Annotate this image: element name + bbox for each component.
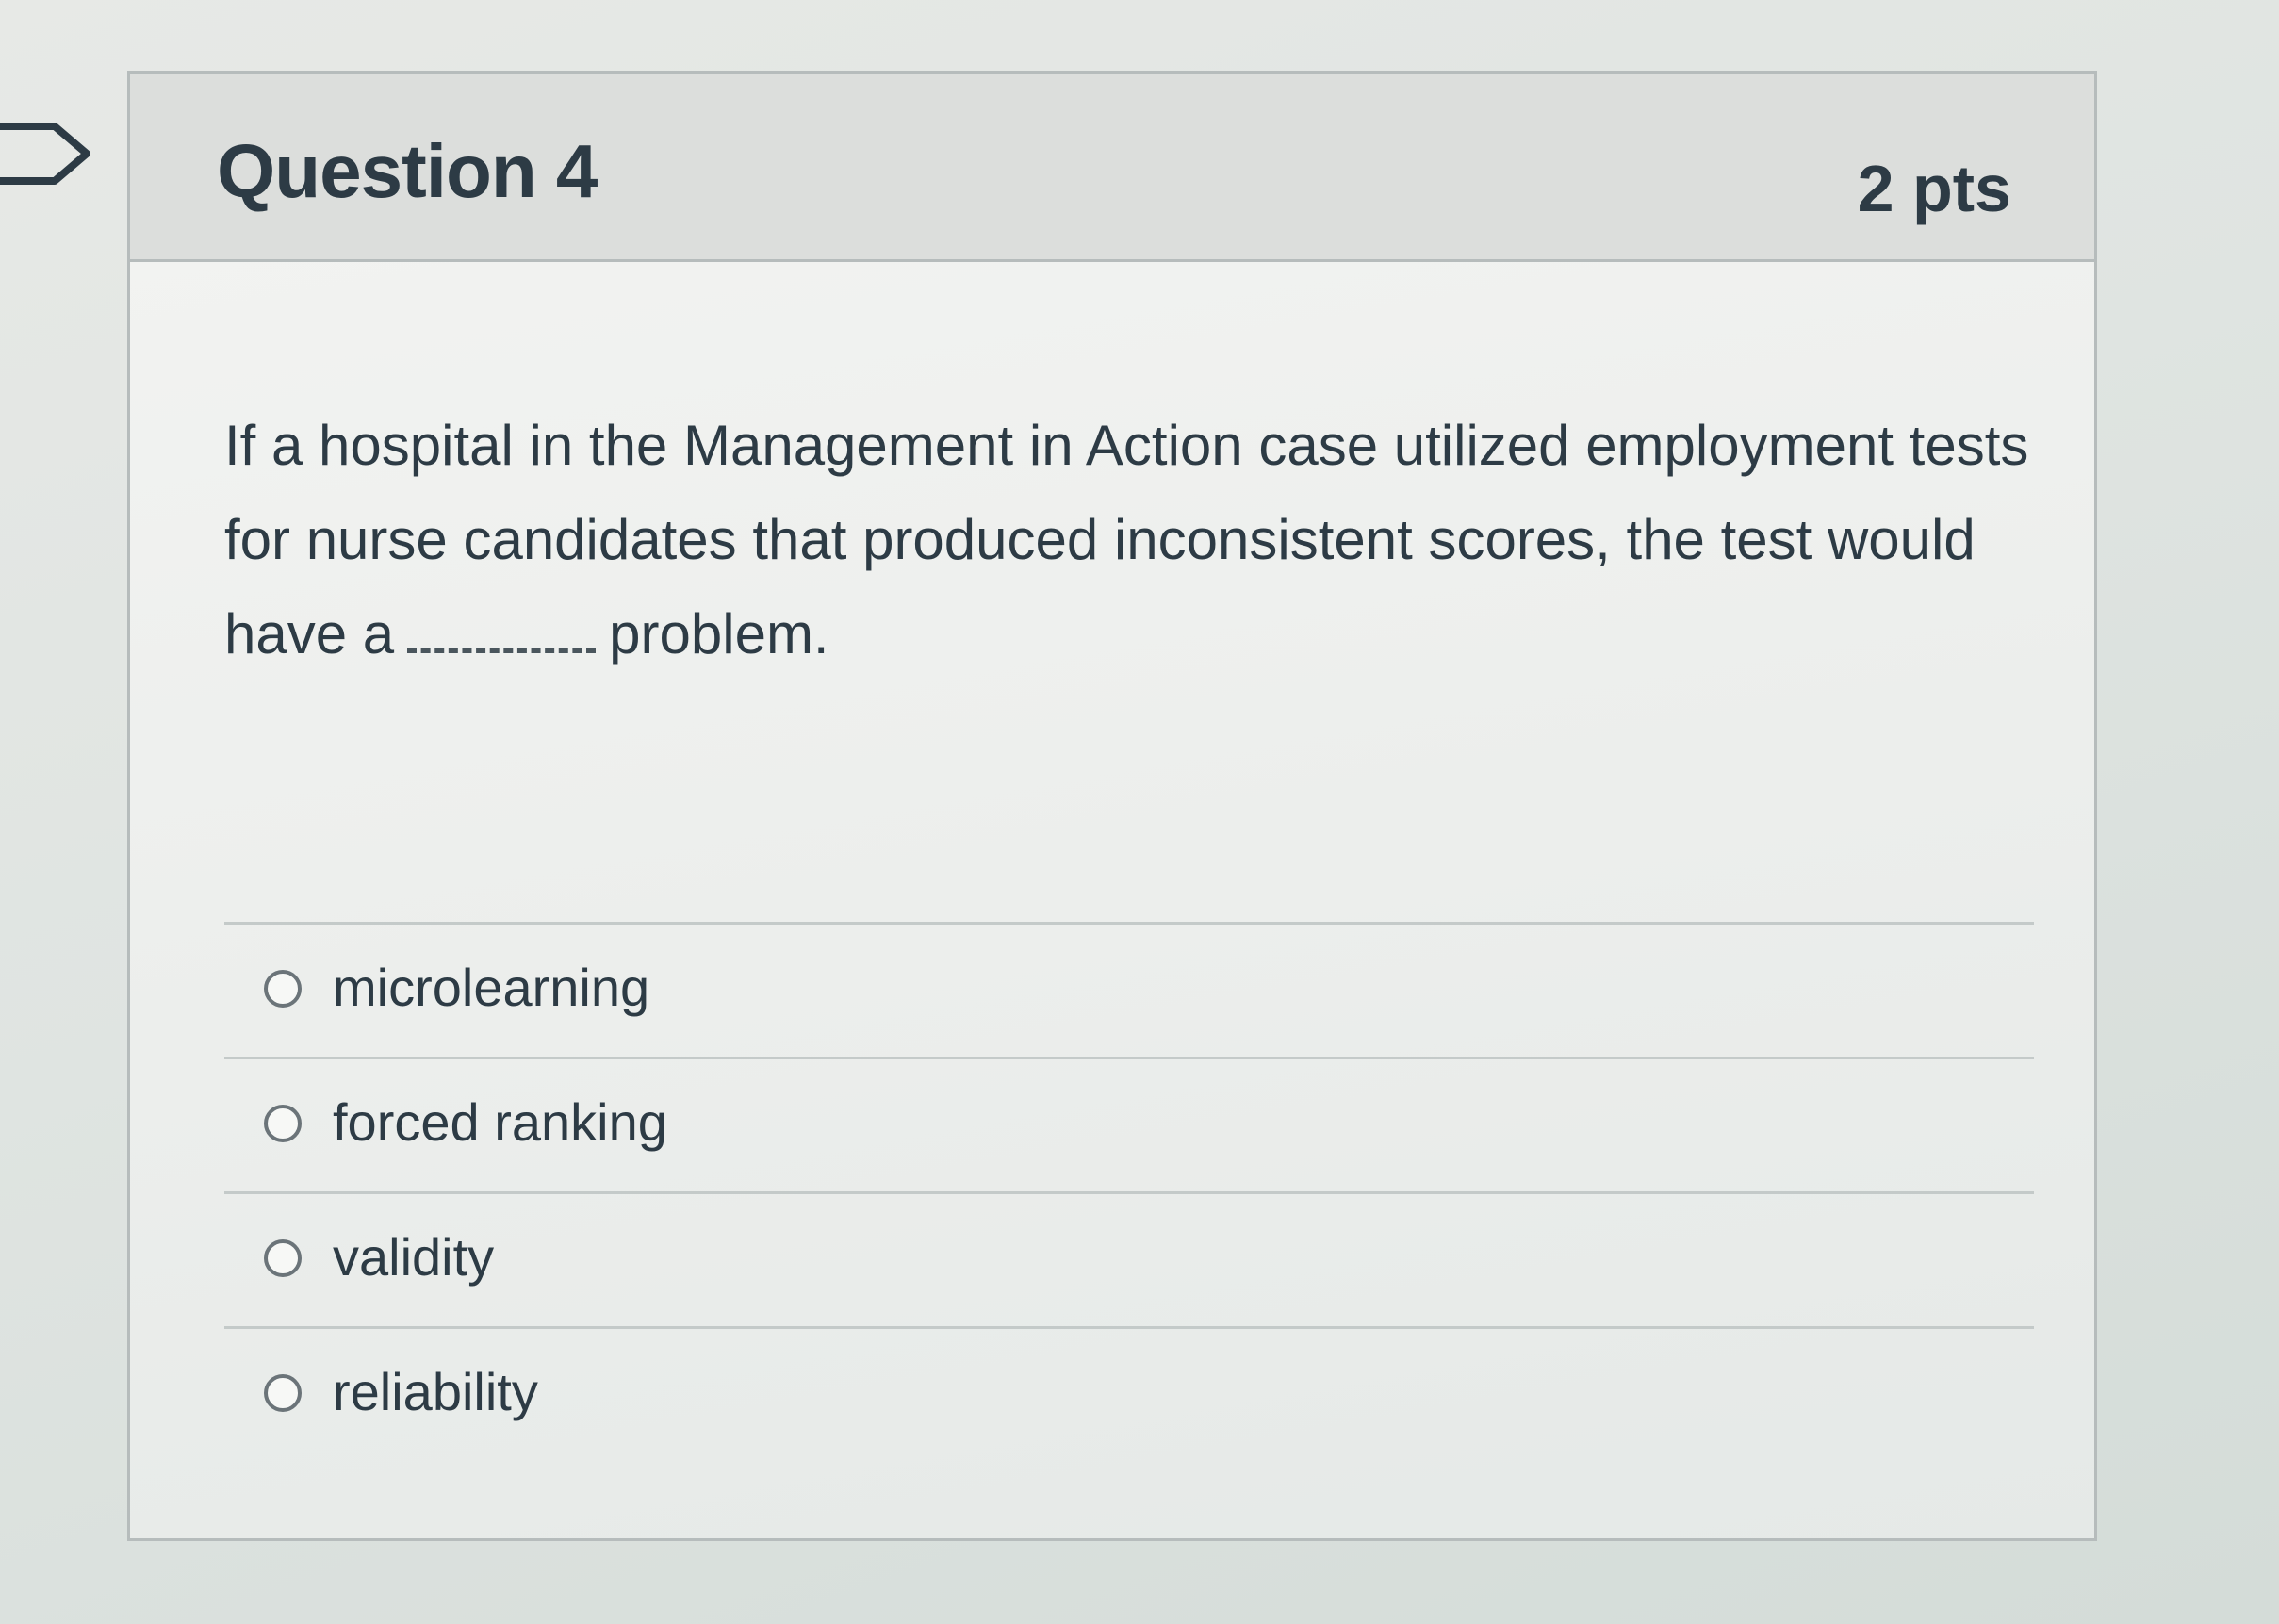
question-text-after-blank: problem. xyxy=(609,602,829,665)
answer-list: microlearning forced ranking validity re… xyxy=(224,922,2034,1461)
radio-button[interactable] xyxy=(264,1239,302,1277)
answer-label[interactable]: validity xyxy=(333,1226,494,1288)
answer-label[interactable]: microlearning xyxy=(333,957,649,1018)
fill-in-blank xyxy=(407,605,597,653)
answer-label[interactable]: forced ranking xyxy=(333,1091,667,1153)
radio-button[interactable] xyxy=(264,970,302,1008)
radio-button[interactable] xyxy=(264,1374,302,1412)
answer-label[interactable]: reliability xyxy=(333,1361,538,1422)
question-points: 2 pts xyxy=(1857,152,2011,225)
answer-option[interactable]: forced ranking xyxy=(224,1057,2034,1191)
question-title: Question 4 xyxy=(217,129,598,213)
question-text: If a hospital in the Management in Actio… xyxy=(224,399,2090,681)
question-card: Question 4 2 pts If a hospital in the Ma… xyxy=(127,71,2097,1541)
radio-button[interactable] xyxy=(264,1105,302,1142)
answer-option[interactable]: validity xyxy=(224,1191,2034,1326)
flag-question-icon[interactable] xyxy=(0,121,99,187)
question-header: Question 4 2 pts xyxy=(130,74,2094,262)
answer-option[interactable]: microlearning xyxy=(224,922,2034,1057)
answer-option[interactable]: reliability xyxy=(224,1326,2034,1461)
